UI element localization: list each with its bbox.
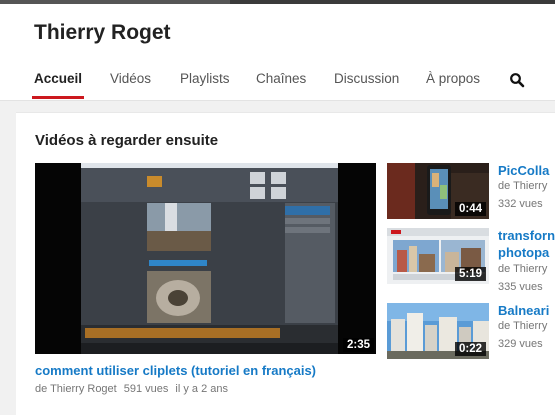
video-duration: 0:22 [454, 342, 486, 356]
channel-page: Thierry Roget Accueil Vidéos Playlists C… [0, 0, 555, 415]
tab-playlists[interactable]: Playlists [180, 71, 230, 101]
side-video-thumbnail[interactable]: 0:22 [387, 303, 489, 359]
side-video-thumbnail[interactable]: 5:19 [387, 228, 489, 284]
side-video-title-line-2[interactable]: photopa [498, 245, 549, 260]
main-video-thumbnail[interactable]: 2:35 [35, 163, 376, 354]
side-video-views: 329 vues [498, 338, 543, 350]
side-video-author[interactable]: de Thierry [498, 320, 547, 332]
tab-chaines[interactable]: Chaînes [256, 71, 306, 101]
video-duration: 0:44 [454, 202, 486, 216]
tab-accueil[interactable]: Accueil [31, 71, 85, 101]
side-video-1: 0:44 PicColla de Thierry 332 vues [387, 163, 555, 219]
side-video-title[interactable]: transforn [498, 228, 555, 243]
video-author[interactable]: de Thierry Roget [35, 383, 117, 395]
side-video-title[interactable]: PicColla [498, 163, 549, 178]
side-video-title[interactable]: Balneari [498, 303, 549, 318]
search-icon [510, 73, 525, 88]
side-video-author[interactable]: de Thierry [498, 180, 547, 192]
side-video-views: 335 vues [498, 281, 543, 293]
main-video-meta: de Thierry Roget 591 vues il y a 2 ans [35, 383, 235, 395]
side-video-2: 5:19 transforn photopa de Thierry 335 vu… [387, 228, 555, 293]
side-video-thumbnail[interactable]: 0:44 [387, 163, 489, 219]
search-button[interactable] [509, 72, 525, 88]
video-duration: 2:35 [342, 338, 374, 352]
main-video-title[interactable]: comment utiliser cliplets (tutoriel en f… [35, 363, 316, 378]
tab-discussion[interactable]: Discussion [334, 71, 399, 101]
channel-header: Thierry Roget Accueil Vidéos Playlists C… [0, 4, 555, 101]
channel-title: Thierry Roget [34, 21, 171, 44]
section-title: Vidéos à regarder ensuite [35, 132, 219, 149]
video-age: il y a 2 ans [175, 383, 228, 395]
video-views: 591 vues [123, 383, 169, 395]
watch-next-section: Vidéos à regarder ensuite 2:35 comment u… [16, 112, 555, 415]
side-video-3: 0:22 Balneari de Thierry 329 vues [387, 303, 555, 359]
video-duration: 5:19 [454, 267, 486, 281]
tab-videos[interactable]: Vidéos [110, 71, 151, 101]
side-video-views: 332 vues [498, 198, 543, 210]
side-video-author[interactable]: de Thierry [498, 263, 547, 275]
main-video-preview [35, 163, 376, 354]
tab-a-propos[interactable]: À propos [426, 71, 480, 101]
